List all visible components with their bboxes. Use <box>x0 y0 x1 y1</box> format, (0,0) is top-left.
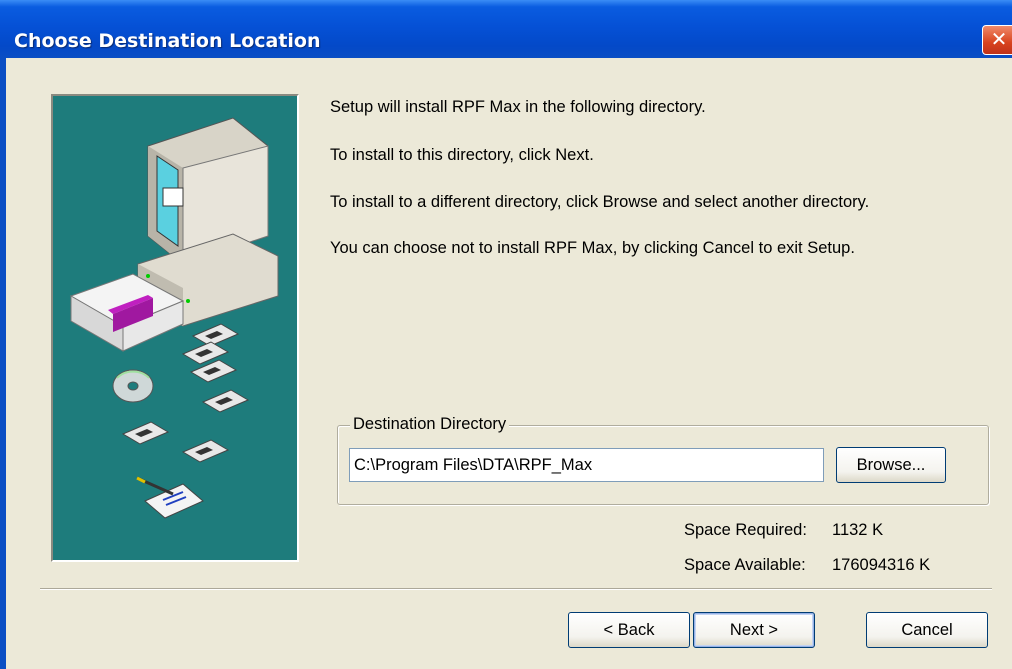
cancel-instruction-message: You can choose not to install RPF Max, b… <box>330 239 855 257</box>
destination-directory-group: Destination Directory C:\Program Files\D… <box>337 415 989 505</box>
cancel-button[interactable]: Cancel <box>866 612 988 648</box>
destination-directory-label: Destination Directory <box>350 415 510 434</box>
close-button[interactable]: ✕ <box>982 25 1012 55</box>
install-directory-message: Setup will install RPF Max in the follow… <box>330 98 706 116</box>
window-title: Choose Destination Location <box>14 30 321 52</box>
next-button[interactable]: Next > <box>693 612 815 648</box>
button-separator <box>40 588 992 590</box>
space-required-label: Space Required: <box>684 521 807 539</box>
click-next-message: To install to this directory, click Next… <box>330 146 594 164</box>
document-icon <box>136 476 204 519</box>
installer-illustration-icon <box>51 94 299 562</box>
browse-button[interactable]: Browse... <box>836 447 946 483</box>
space-available-value: 176094316 K <box>832 556 931 574</box>
space-required-value: 1132 K <box>832 521 884 539</box>
destination-path-field[interactable]: C:\Program Files\DTA\RPF_Max <box>349 448 824 482</box>
back-button[interactable]: < Back <box>568 612 690 648</box>
space-available-label: Space Available: <box>684 556 806 574</box>
illustration-graphic <box>69 117 279 519</box>
cd-icon <box>112 369 154 403</box>
title-bar[interactable]: Choose Destination Location ✕ <box>0 0 1012 58</box>
browse-instruction-message: To install to a different directory, cli… <box>330 193 870 211</box>
window-frame-edge <box>0 58 6 669</box>
close-icon: ✕ <box>990 29 1008 51</box>
